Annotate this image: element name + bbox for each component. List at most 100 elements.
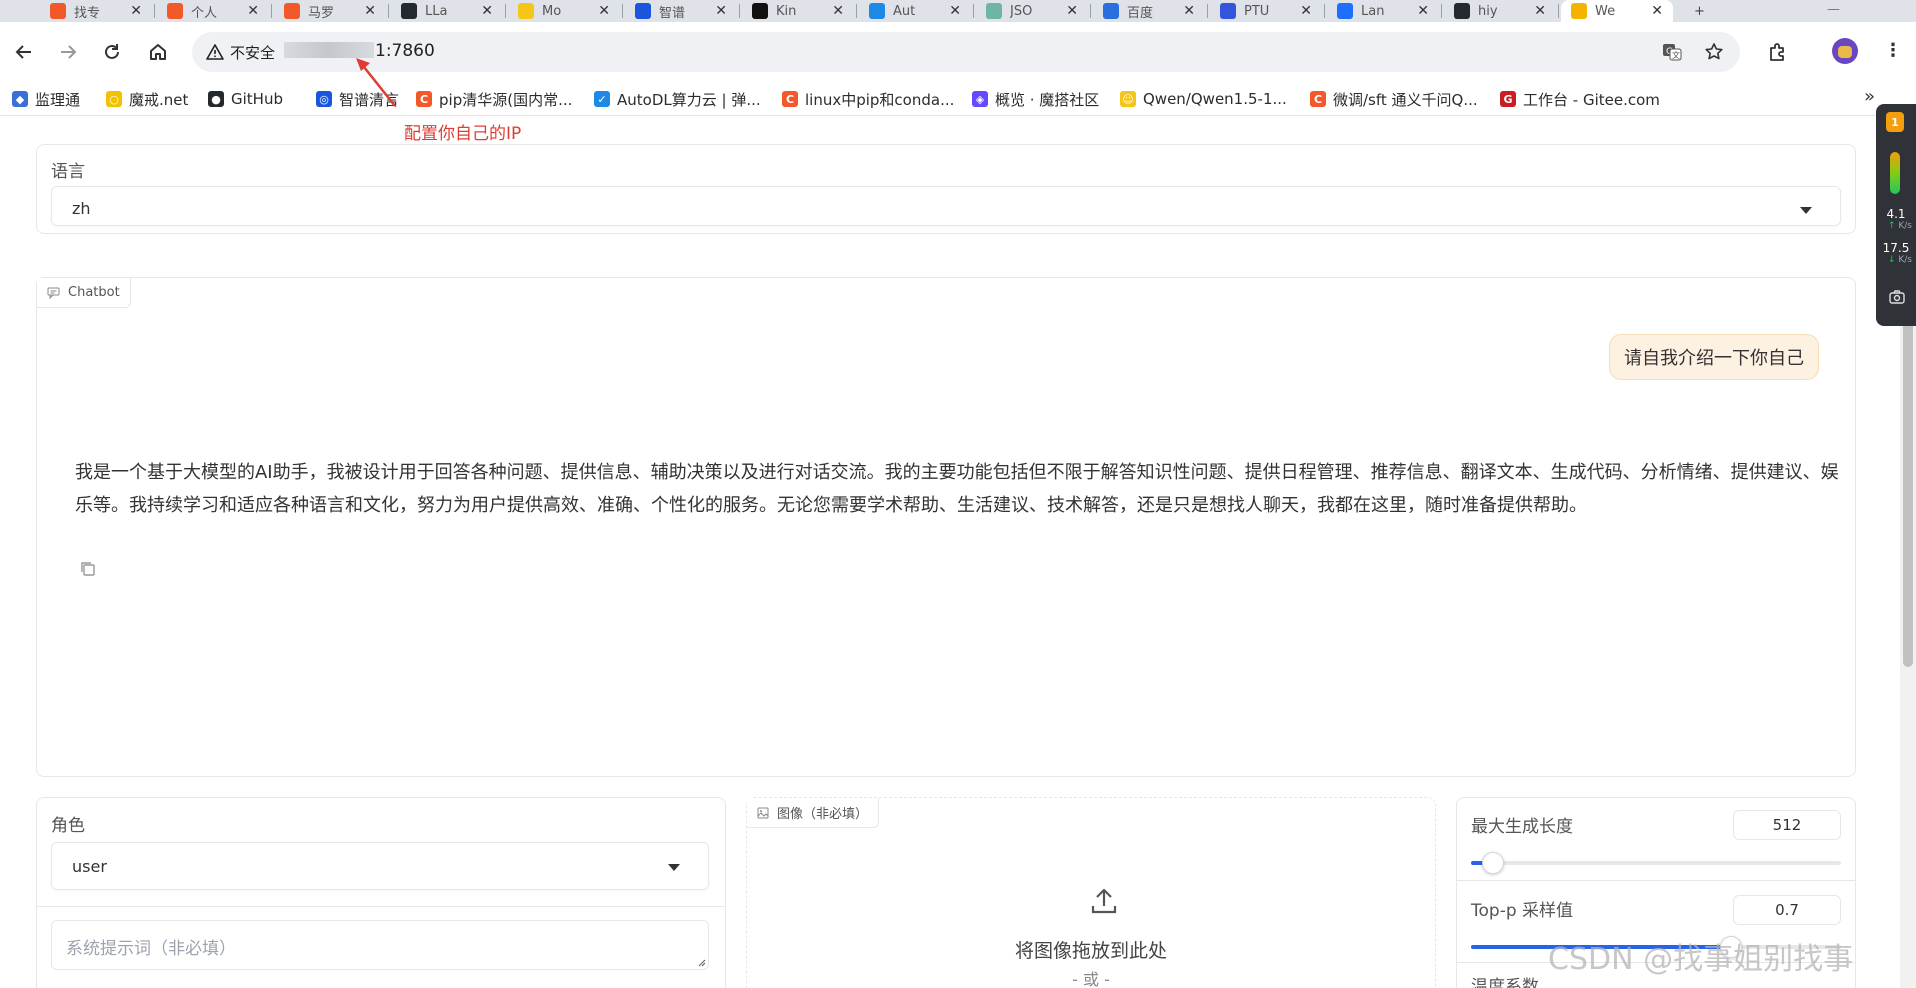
browser-tab[interactable]: 找专 ✕ bbox=[40, 0, 152, 22]
browser-tab[interactable]: 个人 ✕ bbox=[157, 0, 269, 22]
tab-strip: 找专 ✕ 个人 ✕ 马罗 ✕ LLa ✕ Mo ✕ 智谱 ✕ Kin ✕ Aut ✕ JSO ✕ 百度 ✕ PTU ✕ La… bbox=[0, 0, 1916, 22]
browser-tab[interactable]: We ✕ bbox=[1561, 0, 1673, 22]
extensions-icon[interactable] bbox=[1766, 40, 1790, 64]
max-length-input[interactable]: 512 bbox=[1733, 810, 1841, 840]
battery-gauge-icon bbox=[1890, 152, 1900, 194]
tab-favicon-icon bbox=[635, 3, 651, 19]
tab-close-icon[interactable]: ✕ bbox=[364, 3, 376, 19]
bookmarks-overflow-icon[interactable]: » bbox=[1864, 86, 1875, 107]
bookmark-item[interactable]: Clinux中pip和conda... bbox=[782, 88, 954, 110]
chevron-down-icon bbox=[1800, 207, 1812, 214]
max-length-slider-thumb[interactable] bbox=[1482, 852, 1504, 874]
bookmark-favicon-icon: C bbox=[416, 91, 432, 107]
browser-tab[interactable]: 马罗 ✕ bbox=[274, 0, 386, 22]
bookmark-label: 工作台 - Gitee.com bbox=[1523, 90, 1660, 109]
tab-title: 找专 bbox=[74, 5, 101, 21]
address-bar[interactable]: 不安全 1:7860 G文 bbox=[192, 32, 1740, 72]
browser-tab[interactable]: Lan ✕ bbox=[1327, 0, 1439, 22]
translate-icon[interactable]: G文 bbox=[1662, 42, 1682, 62]
bookmark-item[interactable]: G 工作台 - Gitee.com bbox=[1500, 88, 1660, 110]
browser-tab[interactable]: LLa ✕ bbox=[391, 0, 503, 22]
bookmark-favicon-icon: ◎ bbox=[316, 91, 332, 107]
role-select[interactable]: user bbox=[51, 842, 709, 890]
tab-close-icon[interactable]: ✕ bbox=[247, 3, 259, 19]
tab-close-icon[interactable]: ✕ bbox=[130, 3, 142, 19]
max-length-label: 最大生成长度 bbox=[1471, 817, 1573, 837]
tab-close-icon[interactable]: ✕ bbox=[715, 3, 727, 19]
tab-separator bbox=[856, 4, 857, 18]
tab-close-icon[interactable]: ✕ bbox=[598, 3, 610, 19]
bookmark-label: GitHub bbox=[231, 90, 283, 108]
tab-close-icon[interactable]: ✕ bbox=[1651, 3, 1663, 19]
tab-close-icon[interactable]: ✕ bbox=[1183, 3, 1195, 19]
bookmark-favicon-icon: ○ bbox=[106, 91, 122, 107]
bookmark-item[interactable]: C 微调/sft 通义千问Q... bbox=[1310, 88, 1478, 110]
security-chip[interactable]: 不安全 bbox=[200, 38, 285, 66]
tab-title: Lan bbox=[1361, 3, 1385, 19]
tab-favicon-icon bbox=[1571, 3, 1587, 19]
bookmark-favicon-icon: ✓ bbox=[594, 91, 610, 107]
bookmark-favicon-icon: ☺ bbox=[1120, 91, 1136, 107]
image-upload-block[interactable]: 图像（非必填） 将图像拖放到此处 - 或 - bbox=[746, 797, 1436, 988]
upload-or-text: - 或 - bbox=[1072, 970, 1110, 988]
bookmark-item[interactable]: ✓ AutoDL算力云 | 弹... bbox=[594, 88, 761, 110]
browser-tab[interactable]: Mo ✕ bbox=[508, 0, 620, 22]
browser-tab[interactable]: Kin ✕ bbox=[742, 0, 854, 22]
browser-menu-icon[interactable]: ⋮ bbox=[1884, 40, 1902, 61]
tab-close-icon[interactable]: ✕ bbox=[1300, 3, 1312, 19]
browser-tab[interactable]: PTU ✕ bbox=[1210, 0, 1322, 22]
copy-icon[interactable] bbox=[79, 560, 97, 578]
window-minimize-button[interactable]: — bbox=[1827, 2, 1840, 17]
tab-close-icon[interactable]: ✕ bbox=[481, 3, 493, 19]
profile-avatar[interactable] bbox=[1832, 38, 1858, 64]
bookmark-item[interactable]: Cpip清华源(国内常... bbox=[416, 88, 572, 110]
bookmark-label: 概览 · 魔搭社区 bbox=[995, 90, 1100, 109]
tab-close-icon[interactable]: ✕ bbox=[1066, 3, 1078, 19]
network-speed-widget[interactable]: 1 4.1 ↑ K/s 17.5 ↓ K/s bbox=[1876, 104, 1916, 326]
home-button[interactable] bbox=[146, 40, 170, 64]
language-value: zh bbox=[72, 199, 91, 218]
warning-icon bbox=[206, 44, 224, 60]
bookmark-item[interactable]: ◆ 监理通 bbox=[12, 88, 80, 110]
bookmark-item[interactable]: ◈ 概览 · 魔搭社区 bbox=[972, 88, 1099, 110]
browser-tab[interactable]: JSO ✕ bbox=[976, 0, 1088, 22]
tab-separator bbox=[154, 4, 155, 18]
bookmark-favicon-icon: C bbox=[1310, 91, 1326, 107]
back-arrow-icon bbox=[15, 45, 31, 59]
tab-favicon-icon bbox=[401, 3, 417, 19]
reload-button[interactable] bbox=[100, 40, 124, 64]
bookmark-item[interactable]: ○ 魔戒.net bbox=[106, 88, 188, 110]
chevron-down-icon bbox=[668, 864, 680, 871]
back-button[interactable] bbox=[12, 40, 36, 64]
tab-separator bbox=[622, 4, 623, 18]
tab-close-icon[interactable]: ✕ bbox=[1534, 3, 1546, 19]
bookmark-item[interactable]: ● GitHub bbox=[208, 88, 283, 110]
tab-separator bbox=[388, 4, 389, 18]
resize-handle-icon[interactable] bbox=[696, 957, 706, 967]
max-length-slider[interactable] bbox=[1471, 852, 1841, 874]
forward-button[interactable] bbox=[56, 40, 80, 64]
bookmark-item[interactable]: ☺ Qwen/Qwen1.5-1... bbox=[1120, 88, 1287, 110]
tab-title: 百度 bbox=[1127, 5, 1154, 21]
system-prompt-input[interactable]: 系统提示词（非必填） bbox=[51, 920, 709, 970]
temperature-label: 温度系数 bbox=[1471, 977, 1539, 988]
bookmark-label: linux中pip和conda... bbox=[805, 90, 955, 109]
browser-tab[interactable]: Aut ✕ bbox=[859, 0, 971, 22]
tab-close-icon[interactable]: ✕ bbox=[949, 3, 961, 19]
new-tab-button[interactable]: + bbox=[1684, 0, 1714, 22]
language-select[interactable]: zh bbox=[51, 186, 1841, 226]
tab-favicon-icon bbox=[167, 3, 183, 19]
camera-icon[interactable] bbox=[1889, 290, 1905, 304]
tab-close-icon[interactable]: ✕ bbox=[832, 3, 844, 19]
bookmarks-bar: ◆ 监理通 ○ 魔戒.net ● GitHub ◎ 智谱清言 Cpip清华源(国内常... ✓ Au… bbox=[0, 82, 1916, 116]
tab-separator bbox=[505, 4, 506, 18]
bookmark-label: Qwen/Qwen1.5-1... bbox=[1143, 90, 1287, 108]
tab-favicon-icon bbox=[284, 3, 300, 19]
reload-icon bbox=[105, 44, 119, 59]
browser-tab[interactable]: hiy ✕ bbox=[1444, 0, 1556, 22]
browser-tab[interactable]: 百度 ✕ bbox=[1093, 0, 1205, 22]
browser-tab[interactable]: 智谱 ✕ bbox=[625, 0, 737, 22]
tab-close-icon[interactable]: ✕ bbox=[1417, 3, 1429, 19]
top-p-input[interactable]: 0.7 bbox=[1733, 895, 1841, 925]
bookmark-star-icon[interactable] bbox=[1704, 42, 1724, 62]
